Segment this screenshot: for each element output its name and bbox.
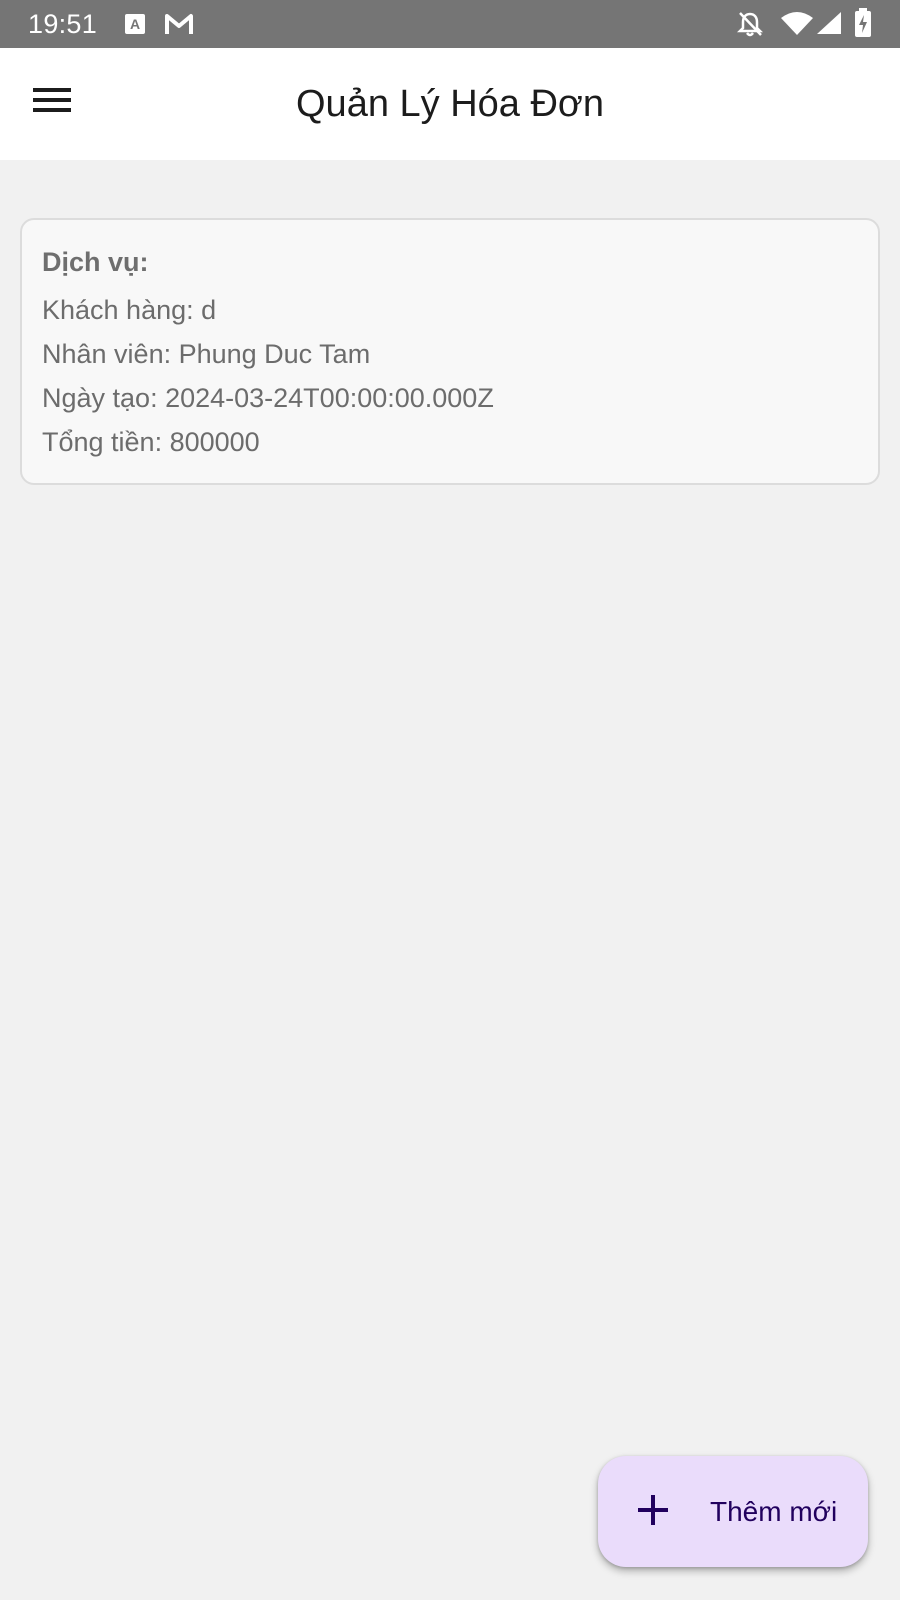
gmail-icon (164, 12, 194, 41)
invoice-total: Tổng tiền: 800000 (42, 427, 260, 457)
app-bar: Quản Lý Hóa Đơn (0, 48, 900, 160)
svg-text:A: A (130, 16, 140, 32)
invoice-service: Dịch vụ: (42, 247, 149, 277)
invoice-customer: Khách hàng: d (42, 295, 217, 325)
hamburger-menu-icon (33, 86, 71, 119)
invoice-employee: Nhân viên: Phung Duc Tam (42, 339, 371, 369)
wifi-icon (780, 12, 814, 41)
menu-button[interactable] (22, 72, 82, 132)
add-new-label: Thêm mới (710, 1496, 838, 1527)
add-new-button[interactable]: Thêm mới (598, 1456, 868, 1567)
invoice-card[interactable]: Dịch vụ: Khách hàng: d Nhân viên: Phung … (20, 218, 880, 485)
notifications-off-icon (736, 10, 764, 43)
page-title: Quản Lý Hóa Đơn (296, 82, 604, 125)
status-time: 19:51 (28, 9, 98, 39)
text-a-notification-icon: A (124, 13, 146, 40)
invoice-created-date: Ngày tạo: 2024-03-24T00:00:00.000Z (42, 383, 494, 413)
plus-icon (636, 1493, 670, 1527)
cell-signal-icon (816, 11, 842, 40)
status-bar: 19:51 A (0, 0, 900, 48)
battery-charging-icon (854, 8, 872, 43)
